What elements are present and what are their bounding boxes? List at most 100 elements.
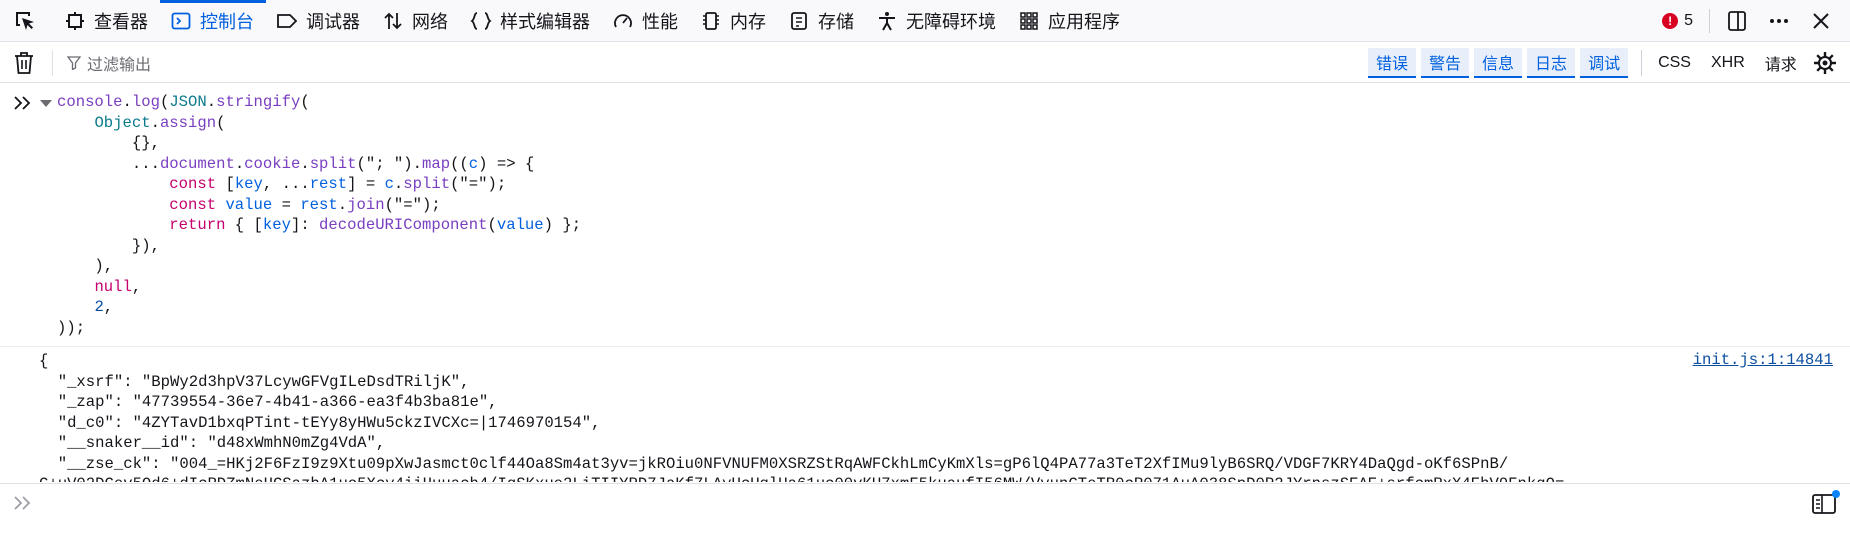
devtools-toolbar: 查看器 控制台 调试器 网络 样式编辑器 性能 内存 存储 无障碍环境 应用程序…: [0, 0, 1850, 42]
console-command-message: console.log(JSON.stringify( Object.assig…: [0, 84, 1850, 347]
code-token: assign: [159, 113, 217, 132]
code-token: join: [347, 195, 385, 214]
result-line: {: [39, 352, 49, 370]
filter-warnings-button[interactable]: 警告: [1421, 48, 1470, 78]
clear-console-trash-icon[interactable]: [12, 50, 36, 76]
source-location-link[interactable]: init.js:1:14841: [1693, 351, 1833, 369]
code-line: }),: [57, 236, 581, 257]
code-line: ));: [57, 318, 581, 339]
tab-network[interactable]: 网络: [372, 0, 460, 42]
code-token: .: [337, 195, 348, 214]
network-icon: [382, 10, 404, 32]
dock-side-icon[interactable]: [1724, 8, 1750, 34]
code-line: const value = rest.join("=");: [57, 195, 581, 216]
code-token: , ...: [262, 175, 310, 193]
code-token: .: [234, 154, 245, 173]
code-token: Object: [94, 113, 151, 132]
tab-console[interactable]: 控制台: [160, 0, 266, 42]
tab-debugger[interactable]: 调试器: [266, 0, 372, 42]
tab-label: 调试器: [306, 11, 360, 32]
code-token: key: [234, 175, 263, 193]
console-log-message: { "_xsrf": "BpWy2d3hpV37LcywGFVgILeDsdTR…: [0, 347, 1850, 482]
code-token: .: [300, 154, 310, 173]
code-token: rest: [309, 175, 348, 193]
code-line: console.log(JSON.stringify(: [57, 92, 581, 113]
performance-icon: [612, 10, 634, 32]
code-token: [: [216, 175, 235, 193]
console-settings-gear-icon[interactable]: [1812, 50, 1838, 76]
tab-performance[interactable]: 性能: [602, 0, 690, 42]
filter-debug-button[interactable]: 调试: [1580, 48, 1629, 78]
tab-label: 样式编辑器: [500, 11, 590, 32]
filter-funnel-icon: [67, 55, 81, 70]
console-input[interactable]: [0, 483, 1850, 525]
code-token: JSON: [169, 93, 207, 111]
element-picker-icon[interactable]: [12, 8, 38, 34]
code-token: split: [403, 175, 451, 193]
tab-accessibility[interactable]: 无障碍环境: [866, 0, 1008, 42]
filter-info-button[interactable]: 信息: [1474, 48, 1523, 78]
code-token: value: [225, 195, 273, 214]
more-options-icon[interactable]: [1766, 8, 1792, 34]
tab-label: 存储: [818, 11, 854, 32]
code-token: console: [57, 93, 123, 111]
console-icon: [170, 10, 192, 32]
editor-mode-toggle-icon[interactable]: [1812, 490, 1840, 517]
notification-dot: [1832, 490, 1840, 498]
code-token: ),: [57, 257, 114, 275]
filter-separator: [52, 49, 53, 76]
code-token: log: [131, 93, 160, 111]
code-token: ] =: [347, 175, 385, 193]
error-icon: !: [1662, 13, 1679, 29]
code-line: Object.assign(: [57, 113, 581, 134]
code-token: key: [262, 216, 291, 234]
filter-requests-button[interactable]: 请求: [1755, 51, 1807, 75]
code-token: { [: [225, 216, 263, 234]
memory-icon: [700, 10, 722, 32]
tab-style-editor[interactable]: 样式编辑器: [460, 0, 602, 42]
filter-errors-button[interactable]: 错误: [1368, 48, 1417, 78]
tab-memory[interactable]: 内存: [690, 0, 778, 42]
tab-storage[interactable]: 存储: [778, 0, 866, 42]
result-line: "__snaker__id": "d48xWmhN0mZg4VdA",: [39, 434, 386, 452]
inspector-icon: [64, 10, 86, 32]
tab-label: 控制台: [200, 11, 254, 32]
tab-inspector[interactable]: 查看器: [54, 0, 160, 42]
code-token: decodeURIComponent: [319, 216, 488, 234]
storage-icon: [788, 10, 810, 32]
error-count: 5: [1684, 12, 1693, 29]
code-token: =: [272, 195, 301, 214]
filter-output-input[interactable]: 过滤输出: [67, 51, 151, 75]
error-count-badge[interactable]: ! 5: [1662, 12, 1693, 30]
code-token: ,: [103, 298, 114, 316]
code-line: ),: [57, 256, 581, 277]
log-output-text: { "_xsrf": "BpWy2d3hpV37LcywGFVgILeDsdTR…: [39, 351, 1564, 482]
code-token: .: [122, 93, 132, 111]
code-token: ) => {: [478, 154, 535, 173]
close-icon[interactable]: [1808, 8, 1834, 34]
code-token: ) };: [543, 216, 582, 234]
code-token: const: [169, 175, 217, 193]
code-line: return { [key]: decodeURIComponent(value…: [57, 215, 581, 236]
tab-label: 应用程序: [1048, 11, 1120, 32]
code-line: const [key, ...rest] = c.split("=");: [57, 174, 581, 195]
filter-css-button[interactable]: CSS: [1648, 54, 1701, 72]
tab-label: 查看器: [94, 11, 148, 32]
filter-separator: [1641, 50, 1643, 76]
code-token: document: [159, 154, 235, 173]
code-token: (: [159, 93, 170, 111]
collapse-triangle-icon[interactable]: [40, 100, 52, 107]
console-output: console.log(JSON.stringify( Object.assig…: [0, 84, 1850, 482]
result-line: "__zse_ck": "004_=HKj2F6FzI9z9Xtu09pXwJa…: [39, 454, 1509, 473]
code-token: ...: [57, 154, 160, 173]
result-line: "d_c0": "4ZYTavD1bxqPTint-tEYy8yHWu5ckzI…: [39, 413, 601, 432]
code-token: rest: [300, 195, 338, 214]
tab-application[interactable]: 应用程序: [1008, 0, 1132, 42]
filter-xhr-button[interactable]: XHR: [1701, 54, 1755, 72]
filter-logs-button[interactable]: 日志: [1527, 48, 1576, 78]
tab-label: 内存: [730, 11, 766, 32]
